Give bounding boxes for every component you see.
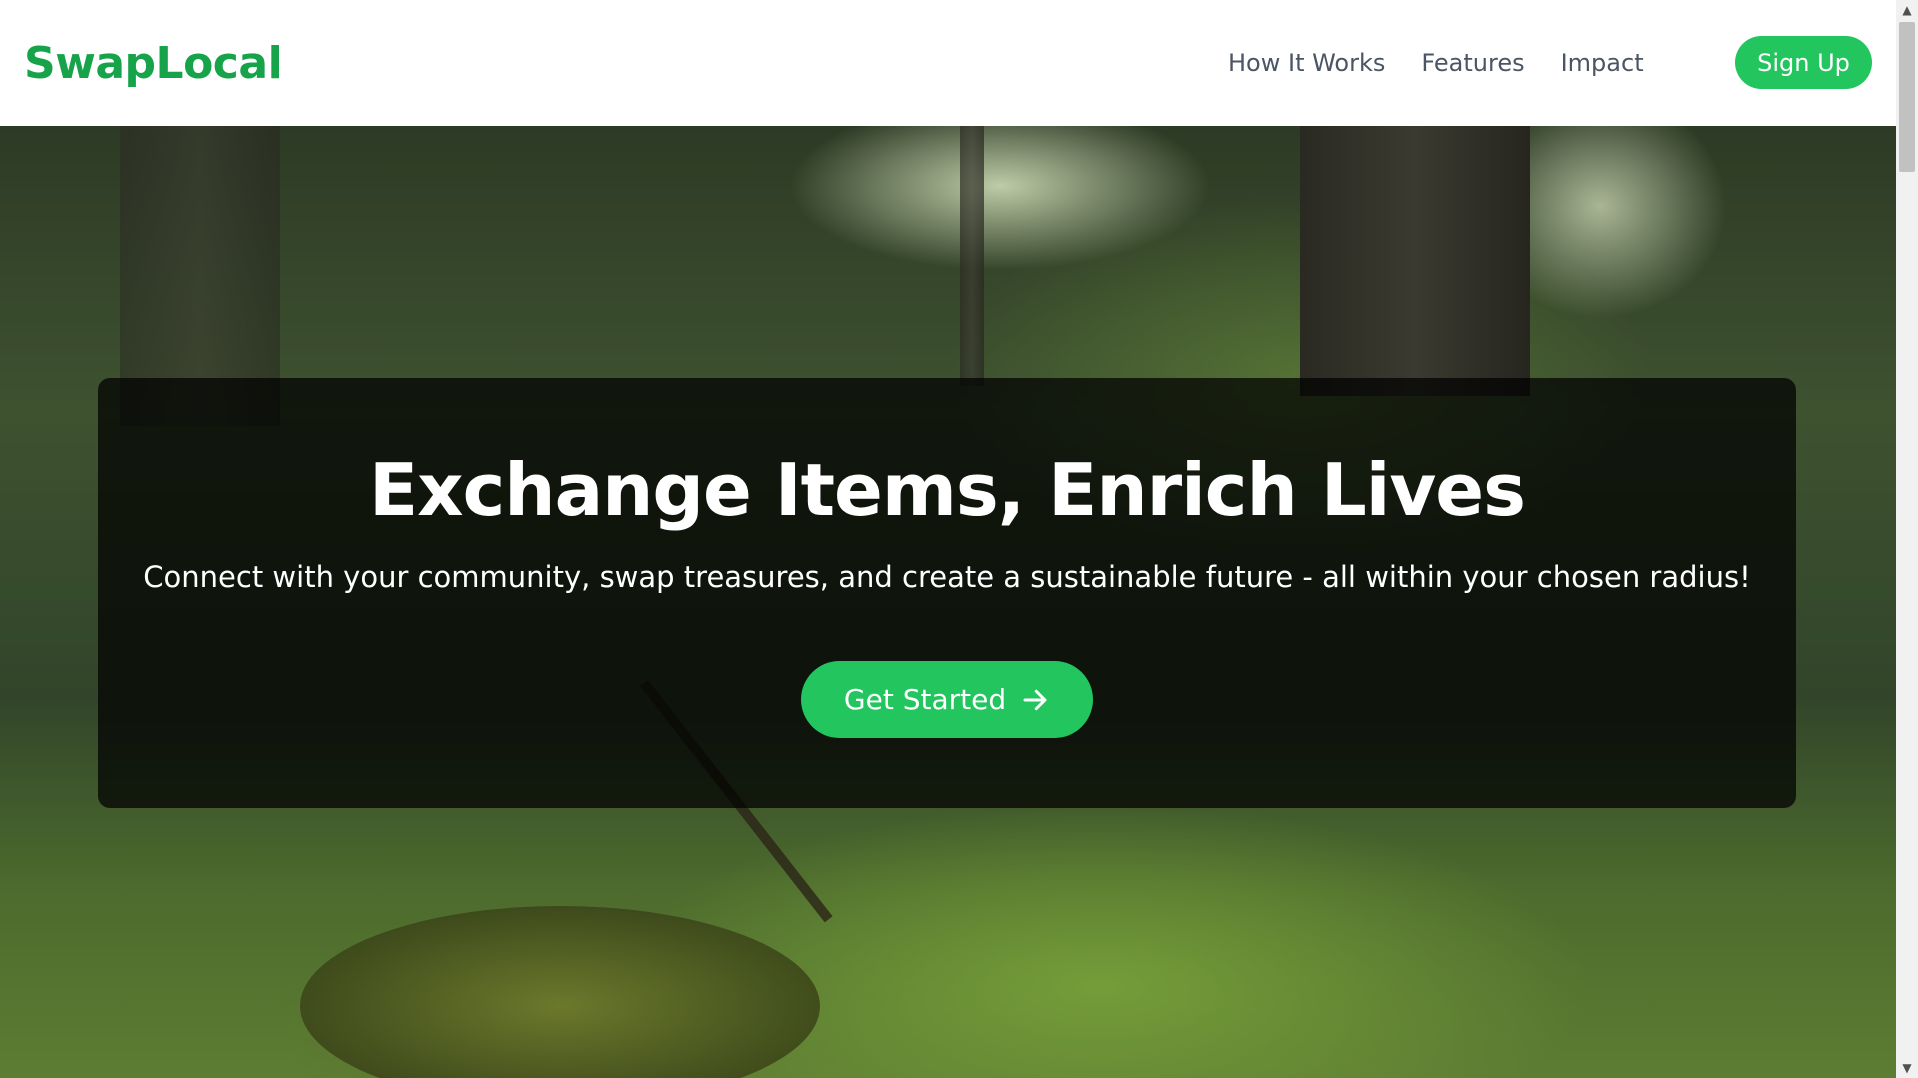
main-nav: How It Works Features Impact: [1228, 0, 1680, 126]
scroll-up-arrow-icon[interactable]: ▲: [1896, 0, 1918, 20]
sign-up-button[interactable]: Sign Up: [1735, 36, 1872, 89]
logo[interactable]: SwapLocal: [24, 38, 283, 89]
nav-link-how-it-works[interactable]: How It Works: [1228, 49, 1385, 77]
scrollbar-thumb[interactable]: [1899, 22, 1915, 172]
site-header: SwapLocal How It Works Features Impact S…: [0, 0, 1896, 126]
arrow-right-icon: [1023, 689, 1047, 710]
nav-link-features[interactable]: Features: [1421, 49, 1524, 77]
hero-subtitle: Connect with your community, swap treasu…: [143, 560, 1751, 594]
scroll-down-arrow-icon[interactable]: ▼: [1896, 1058, 1918, 1078]
nav-link-impact[interactable]: Impact: [1561, 49, 1644, 77]
get-started-label: Get Started: [843, 683, 1007, 716]
hero-card: Exchange Items, Enrich Lives Connect wit…: [98, 378, 1796, 808]
hero-title: Exchange Items, Enrich Lives: [369, 448, 1526, 532]
hero-section: Exchange Items, Enrich Lives Connect wit…: [0, 126, 1896, 1078]
get-started-button[interactable]: Get Started: [801, 661, 1093, 738]
vertical-scrollbar[interactable]: ▲ ▼: [1896, 0, 1918, 1078]
page: SwapLocal How It Works Features Impact S…: [0, 0, 1918, 1078]
